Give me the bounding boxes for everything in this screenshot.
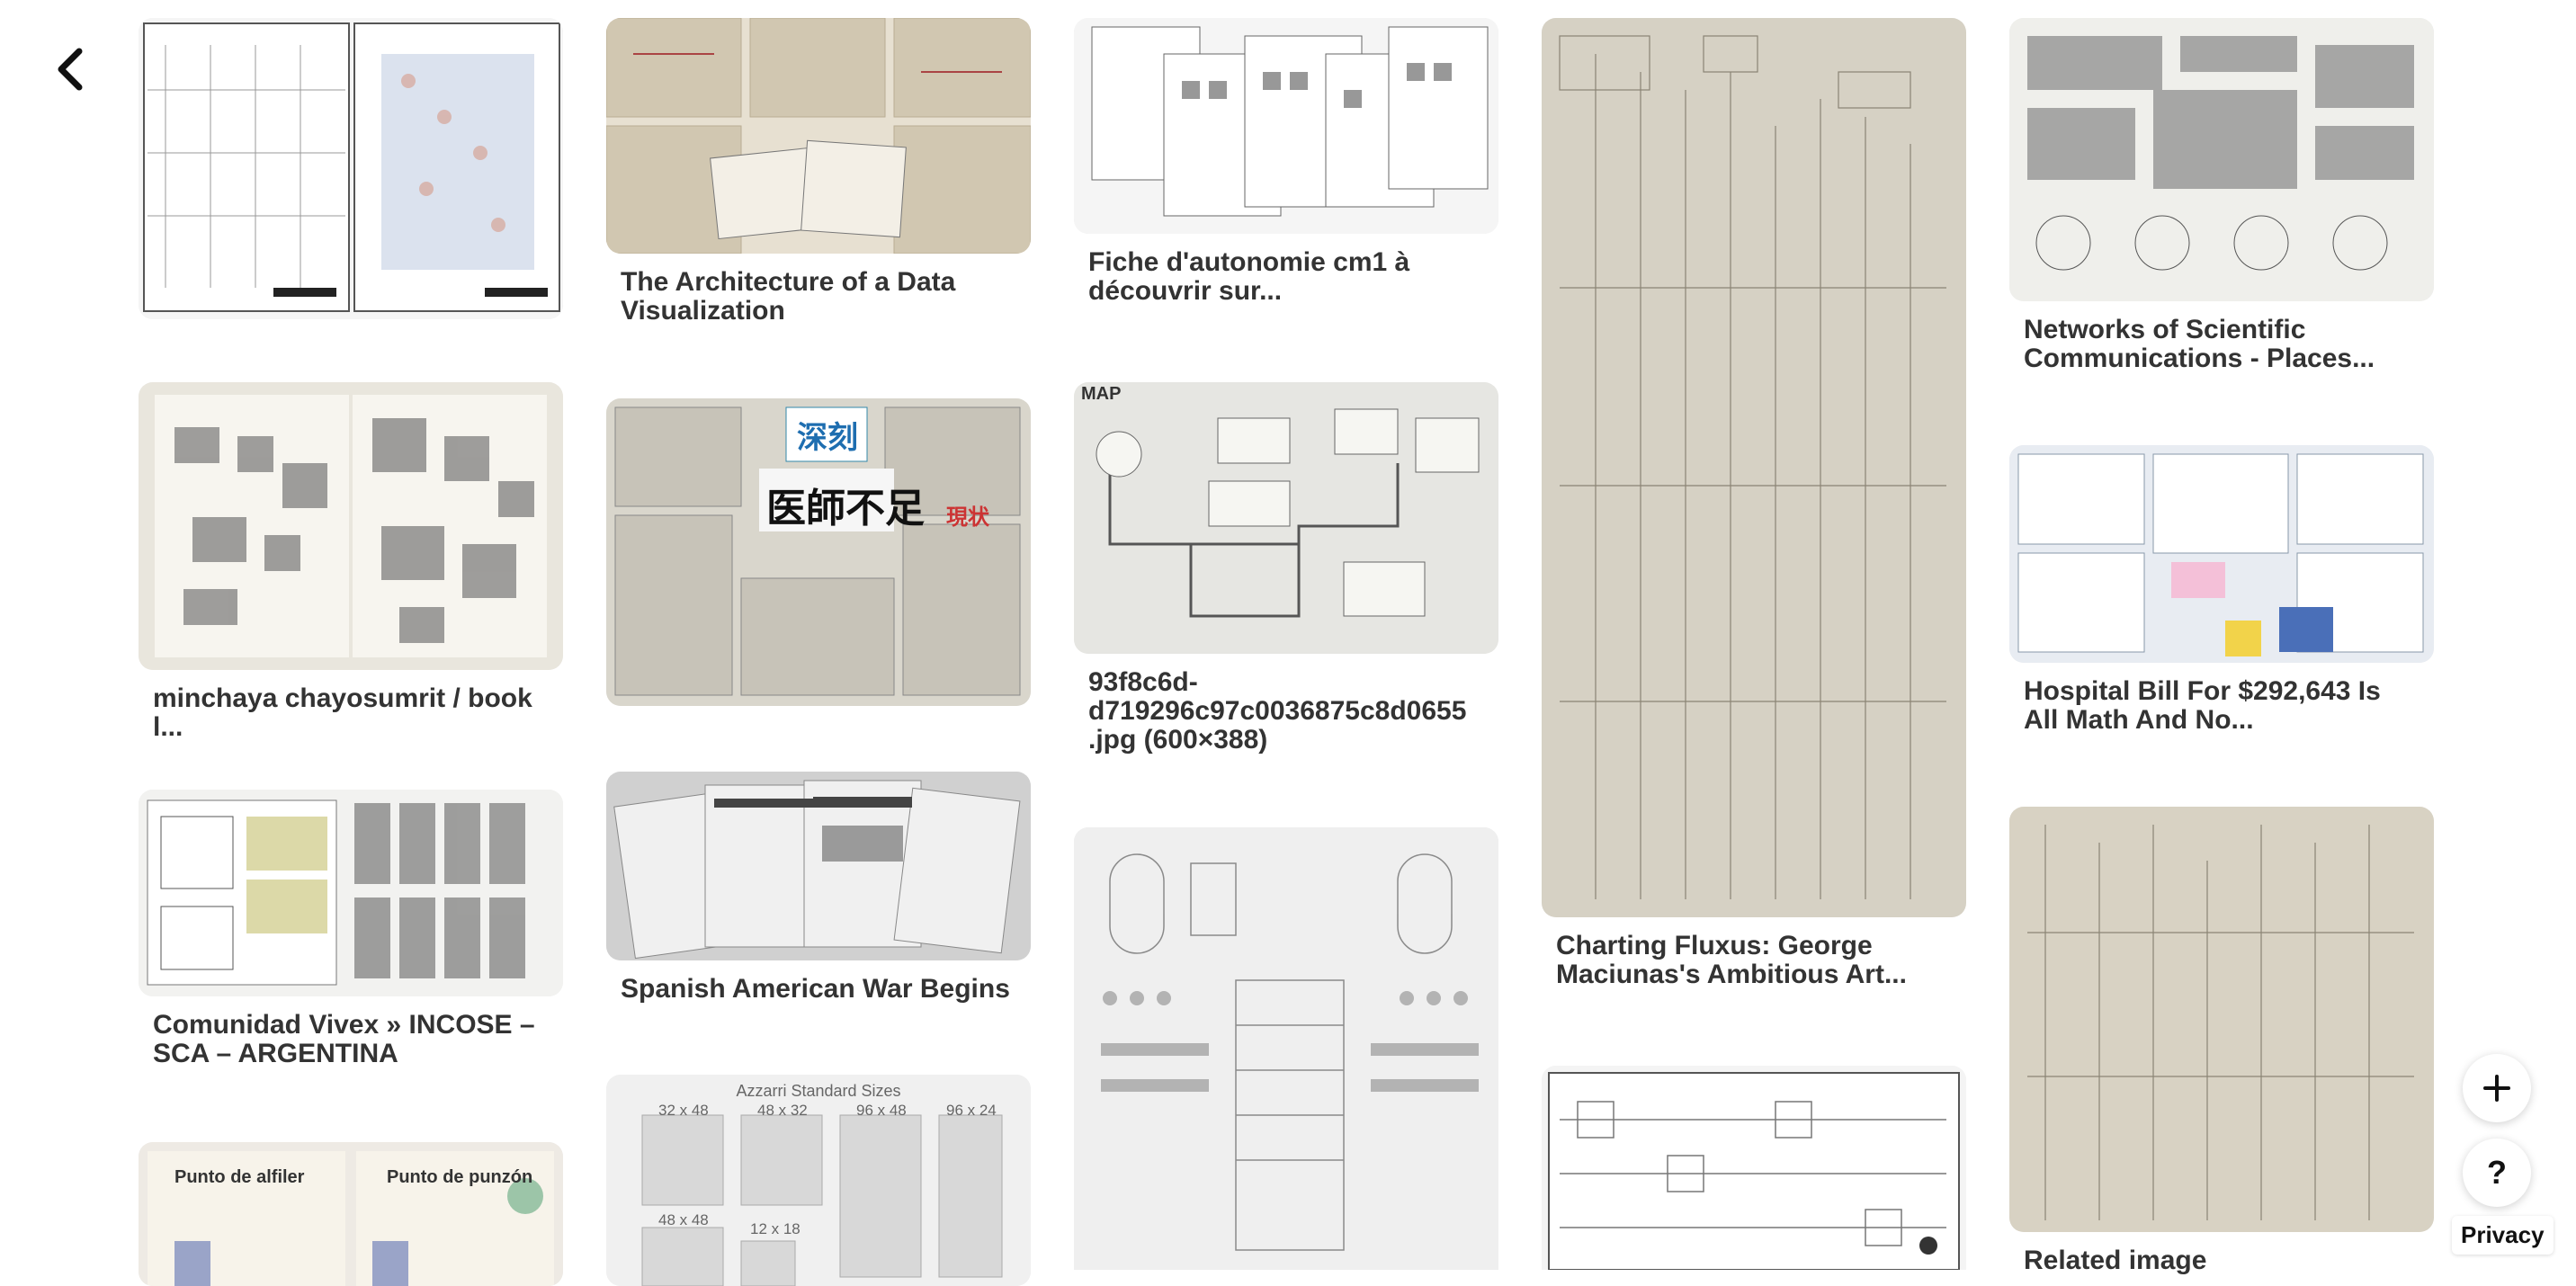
pin-title[interactable]: minchaya chayosumrit / book l... <box>153 684 549 742</box>
pin-image[interactable] <box>1074 827 1498 1270</box>
worksheets-image <box>1074 18 1498 234</box>
add-button[interactable] <box>2463 1054 2531 1122</box>
map-label: MAP <box>1081 384 1122 404</box>
pin-card[interactable]: MAP 93f8c6d-d719296c97c0036875c8d0655 .j… <box>1074 382 1498 755</box>
pin-card[interactable]: Charting Fluxus: George Maciu­nas's Ambi… <box>1542 18 1966 989</box>
pin-title[interactable]: Networks of Scientific Commu­nications -… <box>2024 316 2419 373</box>
collage-sub-label: 医師不足 <box>766 487 925 531</box>
tile-size-label: 96 x 48 <box>856 1102 907 1119</box>
pin-title[interactable]: Comunidad Vivex » INCOSE – SCA – ARGENTI… <box>153 1011 549 1068</box>
chevron-left-icon <box>58 48 83 91</box>
pin-image[interactable] <box>1542 18 1966 917</box>
network-chart-image <box>2009 18 2434 301</box>
blueprint-image <box>139 18 563 319</box>
tile-size-label: 32 x 48 <box>658 1102 709 1119</box>
hand-drawn-map-image <box>1074 382 1498 654</box>
pin-image[interactable] <box>606 772 1031 960</box>
pin-card[interactable]: Hospital Bill For $292,643 Is All Math A… <box>2009 445 2434 735</box>
pin-image[interactable] <box>139 790 563 996</box>
pin-image[interactable]: MAP <box>1074 382 1498 654</box>
collage-big-label: 深刻 <box>797 421 858 455</box>
plus-icon <box>2483 1075 2510 1102</box>
circuit-diagram-image <box>1542 1066 1966 1270</box>
pin-card[interactable] <box>1542 1066 1966 1270</box>
back-button[interactable] <box>45 40 95 98</box>
pin-card[interactable] <box>139 18 563 334</box>
collage-side-label: 現状 <box>946 505 989 530</box>
data-sheets-image <box>606 18 1031 254</box>
help-icon: ? <box>2487 1154 2507 1191</box>
tile-size-label: 48 x 32 <box>757 1102 808 1119</box>
pin-image[interactable] <box>139 382 563 670</box>
pin-image[interactable]: Azzarri Standard Sizes 32 x 48 48 x 32 9… <box>606 1075 1031 1286</box>
pin-card[interactable]: Networks of Scientific Commu­nications -… <box>2009 18 2434 373</box>
fluxus-chart-image <box>1542 18 1966 917</box>
pin-card[interactable]: Spanish American War Begins <box>606 772 1031 1004</box>
stitch-left-heading: Punto de alfiler <box>174 1167 305 1187</box>
pin-card[interactable]: 深刻 医師不足 現状 <box>606 398 1031 706</box>
pin-title[interactable]: Related image <box>2024 1246 2419 1275</box>
newspapers-image <box>606 772 1031 960</box>
tile-size-label: 96 x 24 <box>946 1102 997 1119</box>
pin-image[interactable] <box>2009 445 2434 663</box>
book-spread-image <box>139 382 563 670</box>
architectural-ornaments-image <box>1074 827 1498 1270</box>
pin-card[interactable]: Related image <box>2009 807 2434 1275</box>
tile-size-label: 12 x 18 <box>750 1220 801 1237</box>
floor-plans-image <box>139 790 563 996</box>
privacy-link[interactable]: Privacy <box>2452 1216 2554 1255</box>
hospital-bill-image <box>2009 445 2434 663</box>
pin-image[interactable] <box>139 18 563 319</box>
pin-title[interactable]: Charting Fluxus: George Maciu­nas's Ambi… <box>1556 932 1952 989</box>
tiles-heading: Azzarri Standard Sizes <box>736 1082 901 1100</box>
pin-image[interactable] <box>1074 18 1498 234</box>
help-button[interactable]: ? <box>2463 1139 2531 1207</box>
pin-image[interactable] <box>2009 807 2434 1232</box>
pin-image[interactable] <box>1542 1066 1966 1270</box>
pin-title[interactable]: 93f8c6d-d719296c97c0036875c8d0655 .jpg (… <box>1088 668 1484 755</box>
pin-image[interactable]: Punto de alfiler Punto de punzón <box>139 1142 563 1286</box>
document-tree-image <box>2009 807 2434 1232</box>
pin-card[interactable]: Azzarri Standard Sizes 32 x 48 48 x 32 9… <box>606 1075 1031 1286</box>
pin-title[interactable]: Fiche d'autonomie cm1 à décou­vrir sur..… <box>1088 248 1484 306</box>
pin-card[interactable] <box>1074 827 1498 1270</box>
stitch-book-image <box>139 1142 563 1286</box>
pin-title[interactable]: Spanish American War Begins <box>621 975 1016 1004</box>
pin-card[interactable]: Comunidad Vivex » INCOSE – SCA – ARGENTI… <box>139 790 563 1068</box>
pin-image[interactable]: 深刻 医師不足 現状 <box>606 398 1031 706</box>
pin-card[interactable]: Fiche d'autonomie cm1 à décou­vrir sur..… <box>1074 18 1498 306</box>
pin-card[interactable]: minchaya chayosumrit / book l... <box>139 382 563 742</box>
pin-title[interactable]: The Architecture of a Data Visualization <box>621 268 1016 326</box>
pin-title[interactable]: Hospital Bill For $292,643 Is All Math A… <box>2024 677 2419 735</box>
stitch-right-heading: Punto de punzón <box>387 1167 533 1187</box>
pin-card[interactable]: The Architecture of a Data Visualization <box>606 18 1031 326</box>
pin-image[interactable] <box>606 18 1031 254</box>
pin-image[interactable] <box>2009 18 2434 301</box>
pin-card[interactable]: Punto de alfiler Punto de punzón <box>139 1142 563 1286</box>
tile-size-label: 48 x 48 <box>658 1211 709 1228</box>
